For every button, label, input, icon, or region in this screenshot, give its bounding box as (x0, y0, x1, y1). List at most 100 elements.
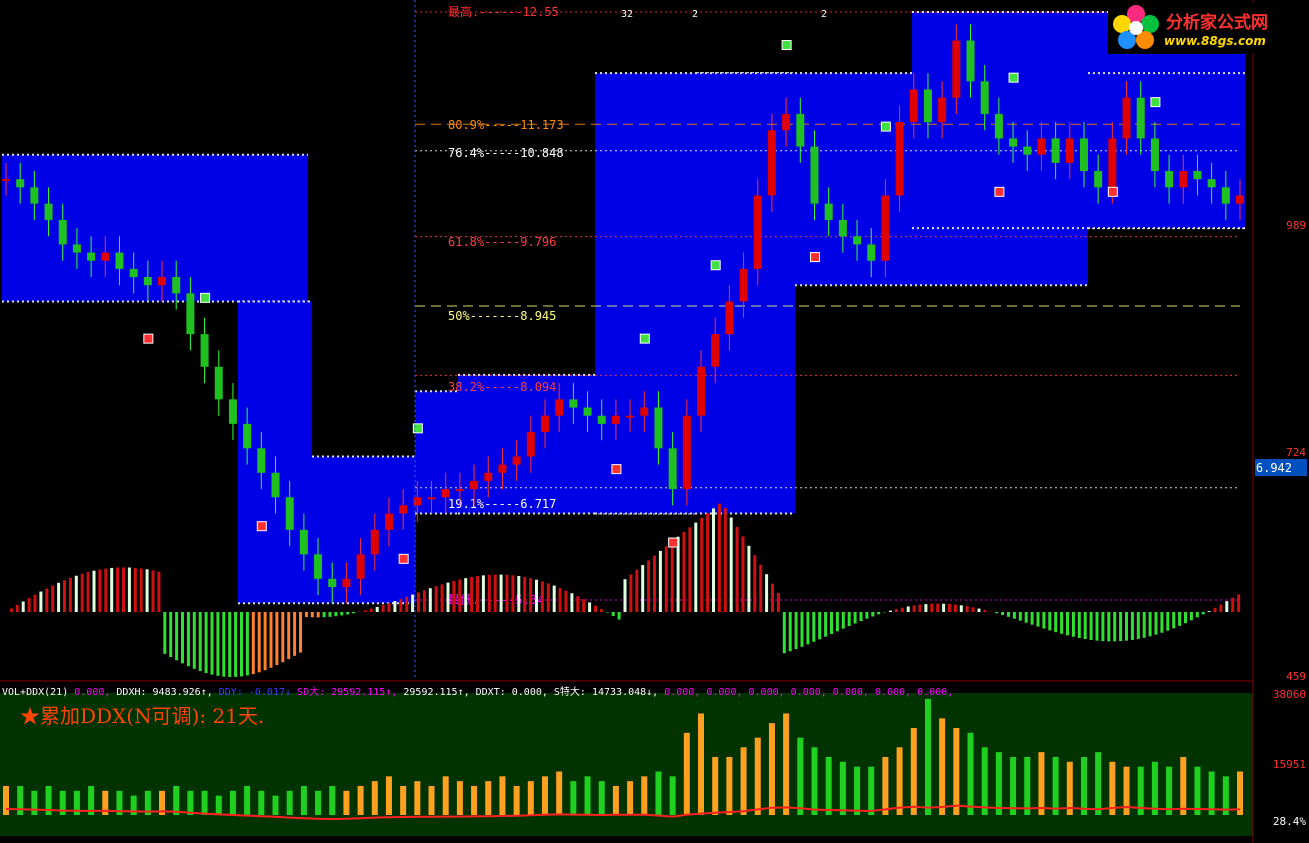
volume-bar (442, 776, 449, 815)
ddx-bar (1101, 612, 1105, 642)
volume-bar (854, 766, 861, 815)
ddx-bar (723, 508, 727, 612)
candle-body (115, 252, 124, 269)
ddx-bar (1048, 612, 1052, 631)
volume-bar (1038, 752, 1045, 815)
volume-bar (527, 781, 534, 815)
ddx-bar (204, 612, 208, 674)
top-mark-label: 32 (621, 9, 633, 20)
candle-body (470, 480, 479, 490)
ddx-bar (948, 604, 951, 612)
current-price-label: 6.942 (1256, 461, 1292, 475)
candle-body (881, 195, 890, 261)
candle-body (243, 423, 252, 449)
ddx-bar (977, 608, 981, 612)
volume-bar (967, 732, 974, 815)
candle-body (909, 89, 918, 123)
volume-bar (3, 785, 9, 815)
price-axis-tick: 989 (1286, 219, 1306, 232)
fib-label: 61.8%-----9.796 (448, 235, 556, 249)
ddx-bar (92, 570, 96, 612)
ddx-bar (1130, 612, 1134, 640)
candle-body (966, 40, 975, 82)
ddx-bar (658, 550, 662, 612)
ddx-bar (859, 612, 863, 622)
ddx-bar (1225, 601, 1229, 612)
ddx-bar (1172, 612, 1176, 629)
ddx-bar (894, 609, 898, 612)
ddx-bar (647, 560, 651, 612)
candle-body (1094, 171, 1103, 188)
candle-body (214, 366, 223, 400)
volume-bar (939, 718, 946, 815)
ddx-bar (771, 583, 774, 612)
candle-body (172, 277, 181, 294)
ddx-bar (800, 612, 804, 647)
ddx-bar (1095, 612, 1099, 641)
ddx-bar (729, 517, 733, 612)
ddx-bar (57, 582, 61, 612)
ddx-bar (605, 612, 609, 613)
ddx-bar (21, 601, 25, 612)
ddx-bar (310, 612, 314, 618)
indicator-value: 0.000, (68, 687, 111, 698)
ddx-bar (234, 612, 238, 677)
sell-marker (668, 537, 679, 548)
volume-bar (797, 737, 804, 815)
ddx-bar (470, 577, 474, 612)
candle-body (285, 497, 294, 530)
ddx-bar (328, 612, 332, 617)
candle-body (257, 448, 266, 473)
candle-body (739, 268, 748, 302)
ddx-bar (552, 585, 556, 612)
volume-bar (315, 790, 322, 815)
volume-bar (612, 785, 619, 815)
ddx-bar (641, 565, 645, 612)
ddx-bar (63, 580, 66, 612)
ddx-bar (653, 555, 656, 612)
volume-bar (244, 785, 251, 815)
candle-body (1236, 195, 1244, 204)
candle-body (895, 122, 904, 196)
candle-body (711, 334, 720, 367)
ddx-bar (1160, 612, 1164, 633)
volume-bar (910, 727, 917, 815)
ddx-bar (546, 583, 550, 612)
ddx-bar (712, 508, 715, 612)
ddx-bar (1083, 612, 1087, 640)
buy-marker (710, 260, 721, 271)
ddx-bar (635, 569, 639, 612)
ddx-bar (399, 598, 403, 612)
ddx-bar (1148, 612, 1152, 637)
ddx-bar (45, 588, 49, 612)
ddx-bar (74, 575, 78, 612)
volume-bar (584, 776, 591, 815)
indicator-title: ★累加DDX(N可调): 21天. (20, 704, 265, 728)
volume-bar (1194, 766, 1201, 815)
volume-bar (655, 771, 662, 815)
ddx-bar (835, 612, 839, 632)
indicator-value: DDXT: 0.000, (469, 687, 548, 698)
ddx-bar (540, 581, 544, 612)
ddx-bar (1231, 597, 1235, 612)
ddx-bar (664, 546, 668, 612)
sell-marker (143, 333, 154, 344)
ddx-bar (818, 612, 822, 640)
candle-body (72, 244, 81, 253)
ddx-bar (428, 588, 432, 612)
ddx-bar (942, 603, 946, 612)
ddx-bar (110, 567, 114, 612)
ddx-bar (145, 569, 149, 612)
volume-bar (598, 781, 605, 815)
ddx-bar (1054, 612, 1058, 633)
ddx-bar (27, 598, 31, 612)
ddx-bar (1136, 612, 1140, 639)
ddx-bar (245, 612, 249, 676)
ddx-bar (1024, 612, 1028, 623)
ddx-bar (116, 567, 120, 612)
ddx-bar (747, 545, 751, 612)
candle-body (626, 415, 635, 418)
candle-body (129, 268, 138, 278)
ddx-bar (611, 612, 615, 617)
candle-body (1193, 171, 1202, 180)
